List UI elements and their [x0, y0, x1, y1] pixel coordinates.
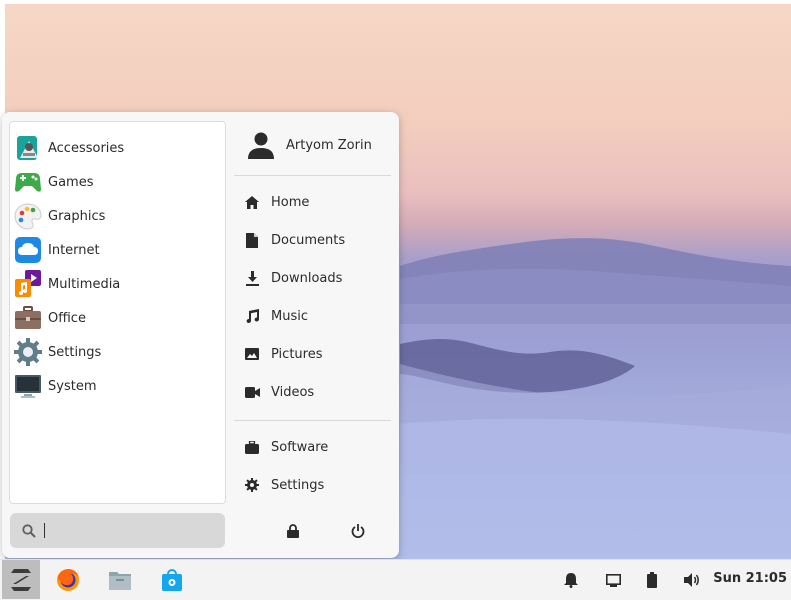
- category-label: Internet: [48, 242, 100, 258]
- user-avatar-icon: [248, 132, 274, 159]
- category-accessories[interactable]: Accessories: [10, 131, 225, 165]
- software-button[interactable]: Software: [242, 432, 392, 462]
- category-label: Multimedia: [48, 276, 121, 292]
- category-internet[interactable]: Internet: [10, 233, 225, 267]
- category-system[interactable]: System: [10, 369, 225, 403]
- battery-icon: [647, 572, 657, 588]
- place-downloads[interactable]: Downloads: [242, 263, 392, 293]
- settings-icon: [13, 337, 43, 367]
- system-icon: [13, 371, 43, 401]
- place-label: Software: [271, 439, 329, 455]
- clock[interactable]: Sun 21:05: [713, 571, 787, 586]
- internet-icon: [13, 235, 43, 265]
- category-label: Office: [48, 310, 86, 326]
- display-icon: [605, 573, 621, 587]
- home-icon: [244, 194, 260, 210]
- firefox-icon: [57, 569, 79, 591]
- place-label: Pictures: [271, 346, 323, 362]
- category-graphics[interactable]: Graphics: [10, 199, 225, 233]
- text-cursor: [44, 523, 45, 538]
- place-label: Home: [271, 194, 310, 210]
- start-menu: Accessories Games Graphics Internet Mult…: [2, 112, 399, 558]
- zorin-menu-button[interactable]: [2, 560, 40, 599]
- user-name: Artyom Zorin: [286, 137, 372, 153]
- place-documents[interactable]: Documents: [242, 225, 392, 255]
- volume-icon: [683, 573, 699, 587]
- files-button[interactable]: [104, 564, 136, 596]
- multimedia-icon: [13, 269, 43, 299]
- category-settings[interactable]: Settings: [10, 335, 225, 369]
- place-label: Settings: [271, 477, 325, 493]
- games-icon: [13, 167, 43, 197]
- notifications-bell-icon: [564, 573, 578, 588]
- settings-button[interactable]: Settings: [242, 470, 392, 500]
- display-button[interactable]: [603, 570, 623, 590]
- search-field[interactable]: [10, 513, 225, 548]
- graphics-icon: [13, 201, 43, 231]
- lock-button[interactable]: [283, 521, 303, 541]
- files-icon: [109, 572, 131, 590]
- lock-icon: [287, 524, 299, 538]
- gear-icon: [244, 477, 260, 493]
- accessories-icon: [13, 133, 43, 163]
- pictures-icon: [244, 346, 260, 362]
- office-icon: [13, 303, 43, 333]
- battery-button[interactable]: [642, 570, 662, 590]
- category-office[interactable]: Office: [10, 301, 225, 335]
- place-pictures[interactable]: Pictures: [242, 339, 392, 369]
- volume-button[interactable]: [682, 570, 702, 590]
- user-account[interactable]: Artyom Zorin: [248, 130, 372, 160]
- search-icon: [22, 523, 36, 538]
- category-list: Accessories Games Graphics Internet Mult…: [9, 121, 226, 504]
- category-games[interactable]: Games: [10, 165, 225, 199]
- place-label: Videos: [271, 384, 315, 400]
- notifications-button[interactable]: [561, 570, 581, 590]
- place-music[interactable]: Music: [242, 301, 392, 331]
- music-icon: [244, 308, 260, 324]
- taskbar: Sun 21:05: [0, 559, 791, 600]
- power-button[interactable]: [348, 521, 368, 541]
- software-icon: [244, 439, 260, 455]
- category-label: System: [48, 378, 97, 394]
- category-label: Accessories: [48, 140, 125, 156]
- place-label: Downloads: [271, 270, 343, 286]
- documents-icon: [244, 232, 260, 248]
- category-multimedia[interactable]: Multimedia: [10, 267, 225, 301]
- category-label: Settings: [48, 344, 102, 360]
- category-label: Games: [48, 174, 94, 190]
- place-home[interactable]: Home: [242, 187, 392, 217]
- videos-icon: [244, 384, 260, 400]
- power-icon: [351, 524, 365, 538]
- divider: [234, 175, 391, 176]
- place-label: Documents: [271, 232, 346, 248]
- software-store-button[interactable]: [156, 564, 188, 596]
- zorin-menu-icon: [11, 568, 31, 591]
- software-store-icon: [162, 569, 182, 591]
- category-label: Graphics: [48, 208, 106, 224]
- place-label: Music: [271, 308, 308, 324]
- firefox-button[interactable]: [52, 564, 84, 596]
- place-videos[interactable]: Videos: [242, 377, 392, 407]
- downloads-icon: [244, 270, 260, 286]
- divider: [234, 420, 391, 421]
